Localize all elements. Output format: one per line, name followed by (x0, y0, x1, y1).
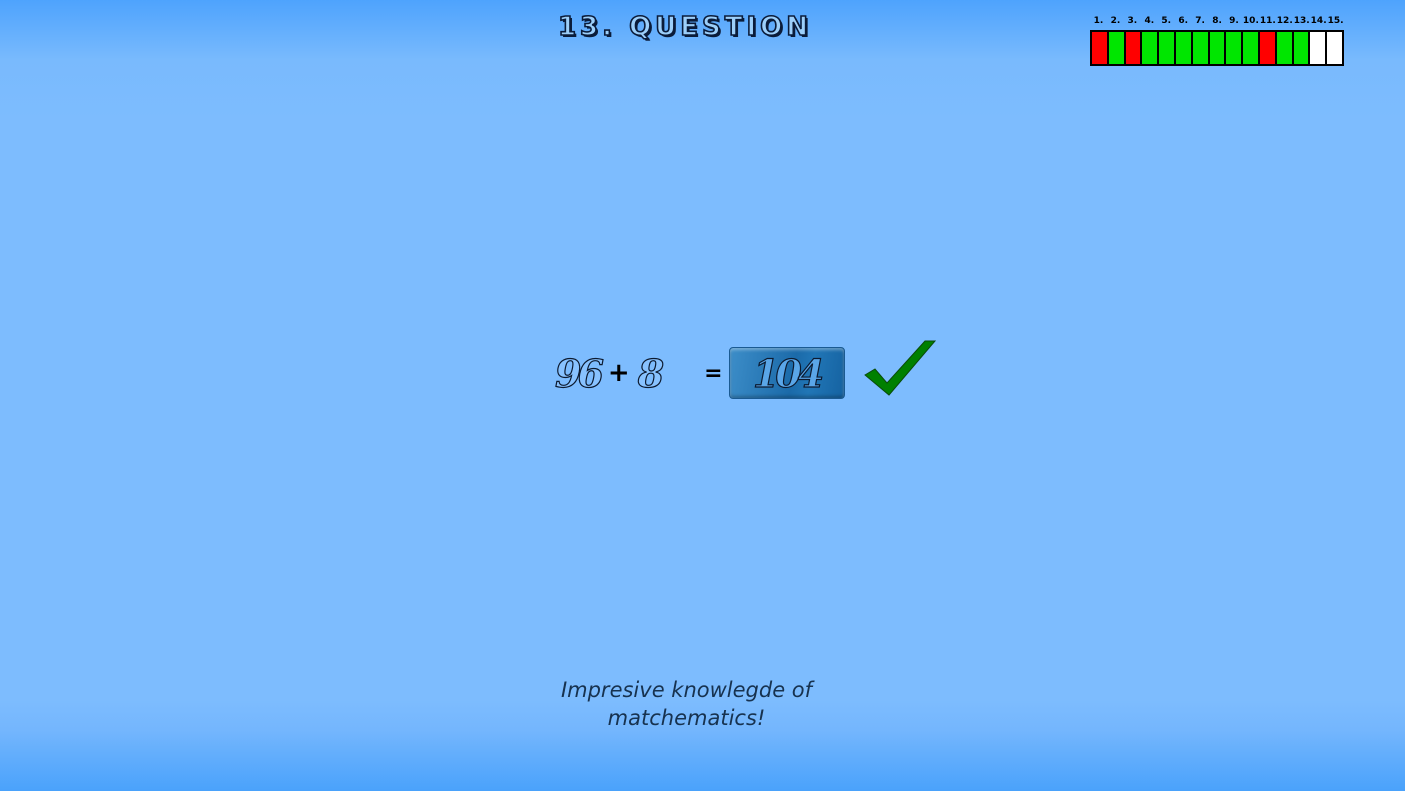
progress-cell-wrong (1125, 32, 1141, 64)
progress-cell-correct (1159, 32, 1174, 64)
progress-cell-wrong (1259, 32, 1275, 64)
progress-tracker: 1. 2. 3. 4. 5. 6. 7. 8. 9. 10. 11. 12. 13. 14. 15. (1090, 14, 1344, 66)
feedback-line-2: matchematics! (607, 706, 766, 730)
progress-cell-correct (1243, 32, 1258, 64)
progress-bar (1090, 30, 1344, 66)
progress-cell-correct (1192, 32, 1208, 64)
progress-label: 11. (1259, 16, 1276, 26)
progress-label: 9. (1229, 16, 1239, 26)
progress-label: 14. (1310, 16, 1327, 26)
progress-cell-correct (1293, 32, 1309, 64)
progress-label: 12. (1276, 16, 1293, 26)
progress-cell-correct (1276, 32, 1292, 64)
progress-cell-correct (1175, 32, 1191, 64)
progress-labels: 1. 2. 3. 4. 5. 6. 7. 8. 9. 10. 11. 12. 13. 14. 15. (1090, 14, 1344, 28)
progress-cell-correct (1226, 32, 1242, 64)
progress-label: 15. (1327, 16, 1344, 26)
progress-label: 4. (1144, 16, 1155, 26)
progress-label: 3. (1127, 16, 1138, 26)
feedback-line-1: Impresive knowlegde of (560, 678, 813, 702)
answer-value: 104 (752, 350, 825, 396)
progress-label: 5. (1161, 16, 1172, 26)
progress-cell-wrong (1092, 32, 1107, 64)
right-operand: 8 (637, 350, 665, 396)
progress-label: 6. (1178, 16, 1188, 26)
progress-label: 10. (1242, 16, 1259, 26)
progress-cell-pending (1327, 32, 1342, 64)
plus-operator: + (607, 358, 630, 388)
progress-cell-correct (1108, 32, 1124, 64)
progress-cell-pending (1310, 32, 1326, 64)
progress-label: 2. (1110, 16, 1121, 26)
answer-field[interactable]: 104 (728, 347, 845, 399)
feedback-message: Impresive knowlegde of matchematics! (0, 676, 1373, 732)
left-operand: 96 (554, 350, 604, 396)
checkmark-icon (863, 339, 937, 401)
progress-label: 1. (1093, 16, 1104, 26)
progress-label: 8. (1212, 16, 1222, 26)
math-problem: 96 + 8 = 104 (554, 339, 937, 406)
progress-label: 7. (1195, 16, 1205, 26)
equals-sign: = (704, 360, 723, 386)
progress-label: 13. (1293, 16, 1310, 26)
progress-cell-correct (1142, 32, 1158, 64)
progress-cell-correct (1209, 32, 1225, 64)
